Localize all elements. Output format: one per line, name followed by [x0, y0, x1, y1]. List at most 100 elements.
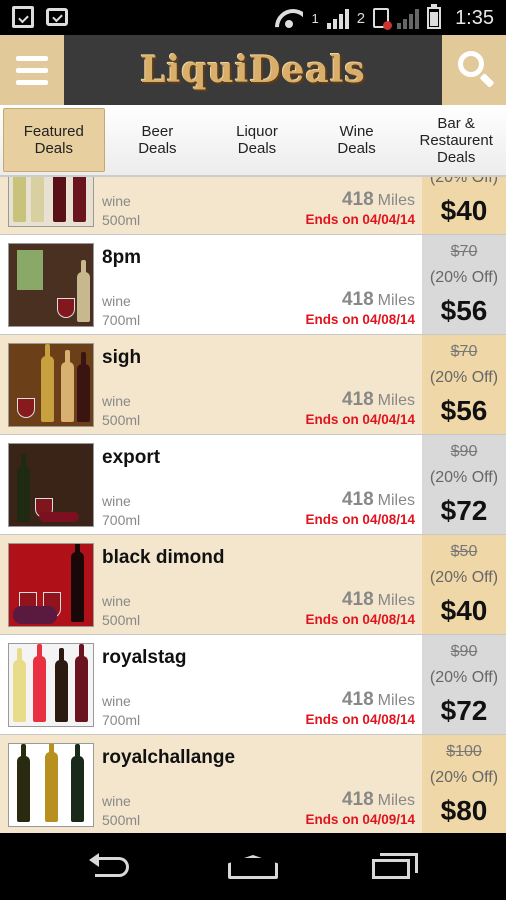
deal-category: wine [102, 793, 131, 809]
home-icon [228, 855, 278, 879]
product-thumbnail [8, 343, 94, 427]
sale-price: $40 [440, 595, 488, 626]
sale-price: $80 [440, 795, 488, 826]
original-price: $70 [450, 243, 478, 260]
deal-row[interactable]: sigh wine 500ml 418 Miles Ends on 04/04/1… [0, 335, 506, 435]
app-header: LiquiDeals [0, 35, 506, 105]
tab-wine-deals[interactable]: Wine Deals [307, 105, 407, 175]
deal-name: royalstag [102, 647, 187, 668]
deal-name: sigh [102, 347, 142, 368]
original-price: $70 [450, 343, 478, 360]
hamburger-icon-line [16, 67, 48, 73]
deal-category: wine [102, 493, 131, 509]
discount-label: (20% Off) [429, 769, 499, 786]
deal-distance: 418 Miles [342, 789, 415, 811]
product-thumbnail [8, 243, 94, 327]
distance-unit: Miles [377, 592, 415, 609]
distance-unit: Miles [377, 292, 415, 309]
system-nav-bar [0, 833, 506, 900]
deal-row[interactable]: black dimond wine 500ml 418 Miles Ends on… [0, 535, 506, 635]
price-panel: (20% Off) $40 [422, 177, 506, 234]
menu-button[interactable] [0, 35, 64, 105]
deal-volume: 500ml [102, 412, 141, 428]
back-button[interactable] [83, 851, 143, 883]
deal-row[interactable]: royalchallange wine 500ml 418 Miles Ends … [0, 735, 506, 833]
deal-category: wine [102, 193, 131, 209]
product-thumbnail [8, 443, 94, 527]
deal-row[interactable]: 8pm wine 700ml 418 Miles Ends on 04/08/14… [0, 235, 506, 335]
price-panel: $70 (20% Off) $56 [422, 335, 506, 434]
price-panel: $70 (20% Off) $56 [422, 235, 506, 334]
thumb-window [17, 250, 43, 290]
sale-price: $72 [440, 695, 488, 726]
recent-apps-button[interactable] [366, 851, 426, 883]
sale-price: $56 [440, 295, 488, 326]
discount-label: (20% Off) [429, 269, 499, 286]
signal-icon [326, 7, 349, 29]
deal-row[interactable]: export wine 700ml 418 Miles Ends on 04/08… [0, 435, 506, 535]
discount-label: (20% Off) [429, 569, 499, 586]
original-price: $90 [450, 443, 478, 460]
discount-label: (20% Off) [429, 369, 499, 386]
original-price: $100 [446, 743, 482, 760]
distance-unit: Miles [377, 392, 415, 409]
deal-end-date: Ends on 04/08/14 [305, 712, 415, 727]
deal-category: wine [102, 693, 131, 709]
hamburger-icon-line [16, 79, 48, 85]
deal-end-date: Ends on 04/09/14 [305, 812, 415, 827]
sim-slot-label: 1 [311, 10, 319, 26]
distance-unit: Miles [377, 192, 415, 209]
original-price: $90 [450, 643, 478, 660]
deal-name: export [102, 447, 161, 468]
deal-end-date: Ends on 04/08/14 [305, 612, 415, 627]
product-thumbnail [8, 643, 94, 727]
original-price: $50 [450, 543, 478, 560]
distance-value: 418 [341, 589, 374, 610]
tab-beer-deals[interactable]: Beer Deals [108, 105, 208, 175]
tab-liquor-deals[interactable]: Liquor Deals [207, 105, 307, 175]
discount-label: (20% Off) [429, 177, 499, 186]
price-panel: $100 (20% Off) $80 [422, 735, 506, 833]
hamburger-icon [16, 55, 48, 61]
deal-volume: 500ml [102, 212, 141, 228]
deal-name: royalchallange [102, 747, 236, 768]
tab-bar-restaurent-deals[interactable]: Bar & Restaurent Deals [406, 105, 506, 175]
deal-distance: 418 Miles [342, 589, 415, 611]
distance-value: 418 [341, 189, 374, 210]
signal-empty-icon [397, 7, 420, 29]
distance-value: 418 [341, 489, 374, 510]
discount-label: (20% Off) [429, 469, 499, 486]
sim-card-icon [373, 8, 393, 30]
sale-price: $40 [440, 195, 488, 226]
deal-category: wine [102, 293, 131, 309]
deal-distance: 418 Miles [342, 689, 415, 711]
clipboard-check-icon [12, 6, 34, 28]
deal-name: black dimond [102, 547, 225, 568]
tab-featured-deals[interactable]: Featured Deals [3, 108, 105, 172]
product-thumbnail [8, 743, 94, 827]
search-icon [458, 51, 484, 77]
distance-unit: Miles [377, 692, 415, 709]
distance-unit: Miles [377, 492, 415, 509]
deal-category: wine [102, 593, 131, 609]
price-panel: $90 (20% Off) $72 [422, 435, 506, 534]
deals-list[interactable]: wine 500ml 418 Miles Ends on 04/04/14 (20… [0, 177, 506, 833]
distance-value: 418 [341, 789, 374, 810]
deal-row[interactable]: wine 500ml 418 Miles Ends on 04/04/14 (20… [0, 177, 506, 235]
deal-row[interactable]: royalstag wine 700ml 418 Miles Ends on 04… [0, 635, 506, 735]
distance-unit: Miles [377, 792, 415, 809]
deal-end-date: Ends on 04/08/14 [305, 312, 415, 327]
deal-distance: 418 Miles [342, 189, 415, 211]
deal-name: 8pm [102, 247, 142, 268]
deal-category: wine [102, 393, 131, 409]
app-logo: LiquiDeals [140, 49, 366, 91]
distance-value: 418 [341, 289, 374, 310]
search-button[interactable] [442, 35, 506, 105]
deal-distance: 418 Miles [342, 289, 415, 311]
deal-distance: 418 Miles [342, 489, 415, 511]
deal-volume: 500ml [102, 812, 141, 828]
deal-end-date: Ends on 04/08/14 [305, 512, 415, 527]
home-button[interactable] [224, 851, 284, 883]
price-panel: $50 (20% Off) $40 [422, 535, 506, 634]
product-thumbnail [8, 543, 94, 627]
